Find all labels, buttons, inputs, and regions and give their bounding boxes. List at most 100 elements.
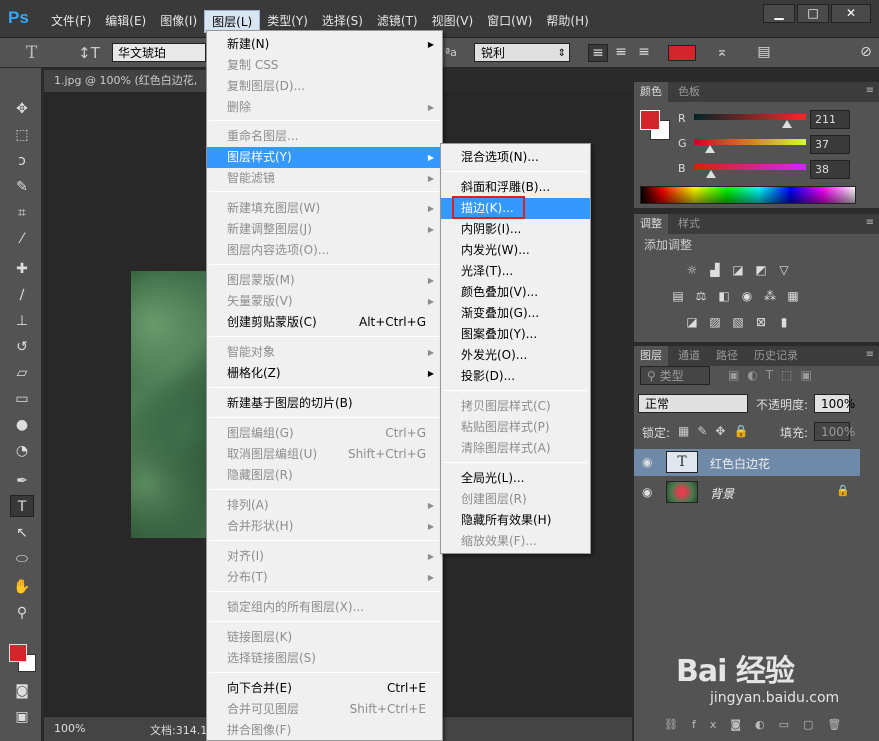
submenu-item-outer-glow[interactable]: 外发光(O)...: [441, 345, 590, 366]
menu-item-merge-visible[interactable]: 合并可见图层 Shift+Ctrl+E: [207, 699, 442, 720]
warp-text-icon[interactable]: ⌅: [712, 44, 732, 62]
photo-filter-icon[interactable]: ◉: [739, 289, 755, 303]
tab-adjustments[interactable]: 调整: [634, 214, 668, 234]
brightness-icon[interactable]: ☼: [684, 263, 700, 277]
menu-item-rename-layer[interactable]: 重命名图层...: [207, 126, 442, 147]
exposure-icon[interactable]: ◩: [753, 263, 769, 277]
menu-item-group-layers[interactable]: 图层编组(G) Ctrl+G: [207, 423, 442, 444]
hue-saturation-icon[interactable]: ▤: [670, 289, 686, 303]
quick-mask-icon[interactable]: ◙: [10, 680, 34, 702]
fill-input[interactable]: 100%: [814, 422, 855, 441]
crop-tool-icon[interactable]: ⌗: [10, 202, 34, 224]
menu-item-align[interactable]: 对齐(I) ▶: [207, 546, 442, 567]
menu-item-new-fill-layer[interactable]: 新建填充图层(W) ▶: [207, 198, 442, 219]
blur-tool-icon[interactable]: ●: [10, 414, 34, 436]
layer-filter-select[interactable]: ⚲ 类型: [640, 366, 710, 385]
clone-stamp-tool-icon[interactable]: ⊥: [10, 310, 34, 332]
history-brush-tool-icon[interactable]: ↺: [10, 336, 34, 358]
menu-item-link-layers[interactable]: 链接图层(K): [207, 627, 442, 648]
text-orientation-icon[interactable]: ↕T: [78, 44, 100, 62]
menu-item-ungroup-layers[interactable]: 取消图层编组(U) Shift+Ctrl+G: [207, 444, 442, 465]
layer-row[interactable]: ◉ T 红色白边花: [634, 449, 860, 476]
g-value[interactable]: 37: [810, 135, 850, 154]
submenu-item-copy-style[interactable]: 拷贝图层样式(C): [441, 396, 590, 417]
menu-item-arrange[interactable]: 排列(A) ▶: [207, 495, 442, 516]
submenu-item-color-overlay[interactable]: 颜色叠加(V)...: [441, 282, 590, 303]
r-slider-thumb[interactable]: [781, 120, 792, 128]
menu-item-smart-object[interactable]: 智能对象 ▶: [207, 342, 442, 363]
submenu-item-bevel-emboss[interactable]: 斜面和浮雕(B)...: [441, 177, 590, 198]
antialias-select[interactable]: 锐利: [474, 43, 570, 63]
gradient-tool-icon[interactable]: ▭: [10, 388, 34, 410]
tab-styles[interactable]: 样式: [672, 214, 706, 234]
menu-item-new[interactable]: 新建(N) ▶: [207, 34, 442, 55]
ellipse-tool-icon[interactable]: ⬭: [10, 548, 34, 570]
tab-history[interactable]: 历史记录: [748, 346, 804, 366]
menu-item-new-layer-slice[interactable]: 新建基于图层的切片(B): [207, 393, 442, 414]
dodge-tool-icon[interactable]: ◔: [10, 440, 34, 462]
blend-mode-select[interactable]: 正常: [638, 394, 748, 413]
menu-item-delete[interactable]: 删除 ▶: [207, 97, 442, 118]
color-lookup-icon[interactable]: ▦: [785, 289, 801, 303]
color-fg-swatch[interactable]: [640, 110, 660, 130]
type-tool-icon[interactable]: T: [10, 495, 34, 517]
submenu-item-satin[interactable]: 光泽(T)...: [441, 261, 590, 282]
path-select-tool-icon[interactable]: ↖: [10, 522, 34, 544]
foreground-color[interactable]: [9, 644, 27, 662]
marquee-tool-icon[interactable]: ⬚: [10, 124, 34, 146]
maximize-button[interactable]: □: [797, 4, 829, 23]
minimize-button[interactable]: ▁: [763, 4, 795, 23]
submenu-item-drop-shadow[interactable]: 投影(D)...: [441, 366, 590, 387]
submenu-item-inner-glow[interactable]: 内发光(W)...: [441, 240, 590, 261]
zoom-level[interactable]: 100%: [54, 722, 85, 735]
menu-item-hide-layers[interactable]: 隐藏图层(R): [207, 465, 442, 486]
eye-icon[interactable]: ◉: [642, 485, 652, 499]
align-center-icon[interactable]: ≡: [611, 44, 631, 62]
healing-brush-tool-icon[interactable]: ✚: [10, 258, 34, 280]
menu-item-merge-down[interactable]: 向下合并(E) Ctrl+E: [207, 678, 442, 699]
menu-help[interactable]: 帮助(H): [539, 10, 595, 33]
selective-color-icon[interactable]: ⊠: [753, 315, 769, 329]
tab-paths[interactable]: 路径: [710, 346, 744, 366]
eyedropper-tool-icon[interactable]: ⁄: [10, 228, 34, 250]
panel-menu-icon[interactable]: ≡: [866, 85, 874, 96]
menu-file[interactable]: 文件(F): [44, 10, 98, 33]
submenu-item-gradient-overlay[interactable]: 渐变叠加(G)...: [441, 303, 590, 324]
submenu-item-create-layers[interactable]: 创建图层(R): [441, 489, 590, 510]
menu-item-duplicate-layer[interactable]: 复制图层(D)...: [207, 76, 442, 97]
invert-icon[interactable]: ◪: [684, 315, 700, 329]
opacity-input[interactable]: 100%: [814, 394, 855, 413]
tab-channels[interactable]: 通道: [672, 346, 706, 366]
menu-image[interactable]: 图像(I): [153, 10, 204, 33]
document-tab[interactable]: 1.jpg @ 100% (红色白边花,: [44, 70, 210, 92]
menu-item-distribute[interactable]: 分布(T) ▶: [207, 567, 442, 588]
submenu-item-pattern-overlay[interactable]: 图案叠加(Y)...: [441, 324, 590, 345]
menu-item-copy-css[interactable]: 复制 CSS: [207, 55, 442, 76]
font-family-select[interactable]: 华文琥珀: [112, 43, 206, 62]
color-balance-icon[interactable]: ⚖: [693, 289, 709, 303]
text-color-swatch[interactable]: [668, 45, 696, 61]
submenu-item-global-light[interactable]: 全局光(L)...: [441, 468, 590, 489]
align-right-icon[interactable]: ≡: [634, 44, 654, 62]
black-white-icon[interactable]: ◧: [716, 289, 732, 303]
submenu-item-hide-all-effects[interactable]: 隐藏所有效果(H): [441, 510, 590, 531]
cancel-icon[interactable]: ⊘: [856, 44, 876, 62]
brush-tool-icon[interactable]: ∕: [10, 284, 34, 306]
menu-item-layer-mask[interactable]: 图层蒙版(M) ▶: [207, 270, 442, 291]
close-button[interactable]: ✕: [831, 4, 871, 23]
menu-item-vector-mask[interactable]: 矢量蒙版(V) ▶: [207, 291, 442, 312]
zoom-tool-icon[interactable]: ⚲: [10, 602, 34, 624]
pen-tool-icon[interactable]: ✒: [10, 470, 34, 492]
align-left-icon[interactable]: ≡: [588, 44, 608, 62]
menu-item-flatten-image[interactable]: 拼合图像(F): [207, 720, 442, 741]
layer-filter-icons[interactable]: ▣◐T⬚▣: [728, 368, 820, 382]
menu-item-smart-filter[interactable]: 智能滤镜 ▶: [207, 168, 442, 189]
submenu-item-scale-effects[interactable]: 缩放效果(F)...: [441, 531, 590, 552]
r-value[interactable]: 211: [810, 110, 850, 129]
character-panel-icon[interactable]: ▤: [754, 44, 774, 62]
tab-layers[interactable]: 图层: [634, 346, 668, 366]
menu-item-lock-all-layers[interactable]: 锁定组内的所有图层(X)...: [207, 597, 442, 618]
type-tool-icon[interactable]: T: [26, 43, 37, 63]
panel-menu-icon[interactable]: ≡: [866, 349, 874, 360]
panel-menu-icon[interactable]: ≡: [866, 217, 874, 228]
